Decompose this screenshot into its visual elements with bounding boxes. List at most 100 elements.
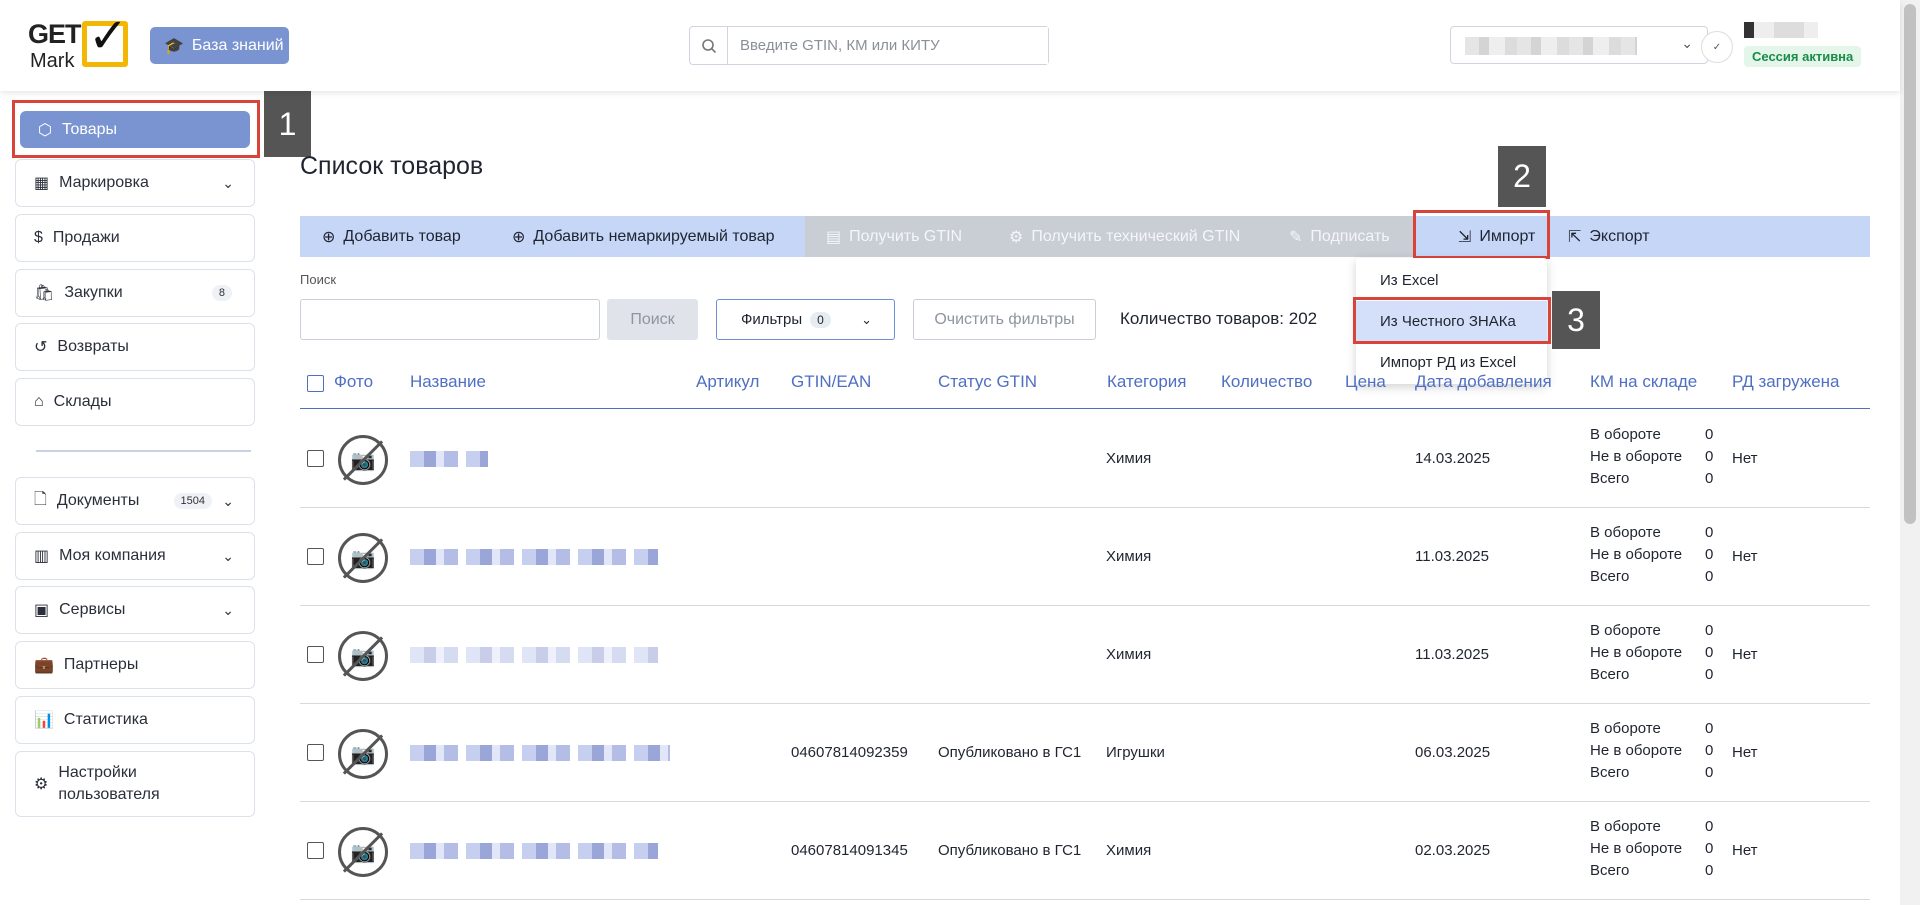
sidebar-item-label: Сервисы: [59, 601, 126, 618]
sidebar-item-label: Склады: [53, 393, 112, 410]
rd-loaded-cell: Нет: [1732, 842, 1758, 859]
km-stock-labels: В обороте Не в обороте Всего: [1590, 522, 1682, 588]
purchases-count-badge: 8: [211, 285, 232, 301]
sidebar-item-services[interactable]: ▣ Сервисы ⌄: [15, 586, 255, 634]
get-tech-gtin-button[interactable]: ⚙ Получить технический GTIN: [1009, 216, 1240, 257]
chevron-down-icon: ⌄: [222, 174, 234, 191]
column-header[interactable]: GTIN/EAN: [791, 372, 871, 392]
column-header[interactable]: Количество: [1221, 372, 1312, 392]
sidebar-item-documents[interactable]: 🗋 Документы 1504 ⌄: [15, 477, 255, 525]
knowledge-base-button[interactable]: 🎓 База знаний: [150, 27, 289, 64]
table-row[interactable]: 📷 Химия 11.03.2025 В обороте Не в оборот…: [300, 606, 1870, 704]
km-stock-values: 0 0 0: [1705, 620, 1713, 686]
logo-check-icon: ✓: [88, 10, 129, 63]
table-row[interactable]: 📷 Химия 11.03.2025 В обороте Не в оборот…: [300, 508, 1870, 606]
column-header[interactable]: РД загружена: [1732, 372, 1840, 392]
column-header[interactable]: Название: [410, 372, 486, 392]
scrollbar-thumb[interactable]: [1904, 4, 1916, 524]
sidebar-item-statistics[interactable]: 📊 Статистика: [15, 696, 255, 744]
step-3-highlight: [1353, 297, 1551, 344]
sidebar-item-warehouses[interactable]: ⌂ Склады: [15, 378, 255, 426]
km-label: Всего: [1590, 470, 1630, 487]
column-header[interactable]: Статус GTIN: [938, 372, 1037, 392]
page-scrollbar[interactable]: [1900, 0, 1920, 905]
company-selector[interactable]: ⌄: [1450, 26, 1708, 64]
sidebar-item-purchases[interactable]: 🛍 Закупки 8: [15, 269, 255, 317]
product-search-input[interactable]: [300, 299, 600, 340]
filters-count-badge: 0: [810, 311, 831, 328]
row-checkbox[interactable]: [307, 646, 324, 663]
product-name-redacted[interactable]: [410, 745, 670, 761]
row-checkbox[interactable]: [307, 548, 324, 565]
km-value: 0: [1705, 568, 1714, 585]
add-product-button[interactable]: ⊕ Добавить товар: [322, 216, 461, 257]
km-value: 0: [1705, 644, 1714, 661]
step-2-highlight: [1413, 210, 1550, 259]
sidebar-item-returns[interactable]: ↺ Возвраты: [15, 323, 255, 371]
select-all-checkbox[interactable]: [307, 375, 324, 392]
row-checkbox[interactable]: [307, 842, 324, 859]
km-stock-labels: В обороте Не в обороте Всего: [1590, 816, 1682, 882]
sidebar-item-user-settings[interactable]: ⚙ Настройки пользователя: [15, 751, 255, 817]
plus-circle-icon: ⊕: [512, 228, 526, 246]
date-cell: 14.03.2025: [1415, 450, 1491, 467]
table-row[interactable]: 📷 04607814091345 Опубликовано в ГС1 Хими…: [300, 802, 1870, 900]
sidebar-item-label: Партнеры: [63, 656, 139, 673]
sidebar-item-marking[interactable]: ▦ Маркировка ⌄: [15, 159, 255, 207]
global-search-input[interactable]: [728, 27, 1048, 64]
filters-button[interactable]: Фильтры 0 ⌄: [716, 299, 895, 340]
column-header[interactable]: Дата добавления: [1415, 372, 1552, 392]
sidebar-item-products[interactable]: ⬡ Товары: [20, 111, 250, 148]
chevron-down-icon: ⌄: [222, 547, 234, 564]
product-name-redacted[interactable]: [410, 549, 658, 565]
km-label: Всего: [1590, 568, 1630, 585]
sidebar-divider: [36, 450, 251, 452]
sign-button[interactable]: ✎ Подписать: [1289, 216, 1390, 257]
category-cell: Химия: [1106, 548, 1152, 565]
logo-text-get: GET: [28, 19, 82, 49]
knowledge-base-label: База знаний: [191, 36, 284, 54]
product-name-redacted[interactable]: [410, 647, 658, 663]
column-header[interactable]: Фото: [334, 372, 373, 392]
table-row[interactable]: 📷 04607814092359 Опубликовано в ГС1 Игру…: [300, 704, 1870, 802]
table-row[interactable]: 📷 Химия 14.03.2025 В обороте Не в оборот…: [300, 410, 1870, 508]
step-3-label: 3: [1552, 291, 1600, 349]
get-gtin-label: Получить GTIN: [849, 227, 963, 245]
sidebar-item-partners[interactable]: 💼 Партнеры: [15, 641, 255, 689]
sidebar-item-label: Статистика: [63, 711, 148, 728]
row-checkbox[interactable]: [307, 744, 324, 761]
gtin-cell: 04607814092359: [791, 744, 908, 761]
export-button[interactable]: ⇱ Экспорт: [1568, 216, 1650, 257]
km-stock-labels: В обороте Не в обороте Всего: [1590, 424, 1682, 490]
row-checkbox[interactable]: [307, 450, 324, 467]
add-unmarked-product-button[interactable]: ⊕ Добавить немаркируемый товар: [512, 216, 775, 257]
column-header[interactable]: Артикул: [696, 372, 759, 392]
search-button[interactable]: Поиск: [607, 299, 698, 340]
sidebar: ⬡ Товары 1 ▦ Маркировка ⌄ $ Продажи 🛍 За…: [0, 91, 311, 905]
category-cell: Химия: [1106, 450, 1152, 467]
product-name-redacted[interactable]: [410, 451, 488, 467]
sidebar-item-label: Моя компания: [59, 547, 166, 564]
import-from-excel-item[interactable]: Из Excel: [1356, 260, 1547, 300]
sidebar-item-label: Маркировка: [59, 174, 149, 191]
table-header-divider: [300, 408, 1870, 409]
column-header[interactable]: КМ на складе: [1590, 372, 1697, 392]
column-header[interactable]: Цена: [1345, 372, 1386, 392]
sidebar-item-label: Возвраты: [57, 338, 129, 355]
gtin-status-cell: Опубликовано в ГС1: [938, 842, 1082, 859]
dollar-icon: $: [34, 229, 43, 246]
sidebar-item-my-company[interactable]: ▥ Моя компания ⌄: [15, 532, 255, 580]
company-name-redacted: [1465, 37, 1637, 55]
documents-count-badge: 1504: [173, 493, 212, 509]
user-avatar[interactable]: ✓: [1701, 31, 1733, 63]
chevron-down-icon: ⌄: [222, 601, 234, 618]
sidebar-item-sales[interactable]: $ Продажи: [15, 214, 255, 262]
km-value: 0: [1705, 524, 1714, 541]
get-gtin-button[interactable]: ▤ Получить GTIN: [826, 216, 962, 257]
column-header[interactable]: Категория: [1107, 372, 1186, 392]
km-value: 0: [1705, 840, 1714, 857]
getmark-logo[interactable]: GET Mark ✓: [28, 13, 136, 73]
product-name-redacted[interactable]: [410, 843, 658, 859]
clear-filters-button[interactable]: Очистить фильтры: [913, 299, 1096, 340]
document-icon: 🗋: [34, 490, 47, 508]
